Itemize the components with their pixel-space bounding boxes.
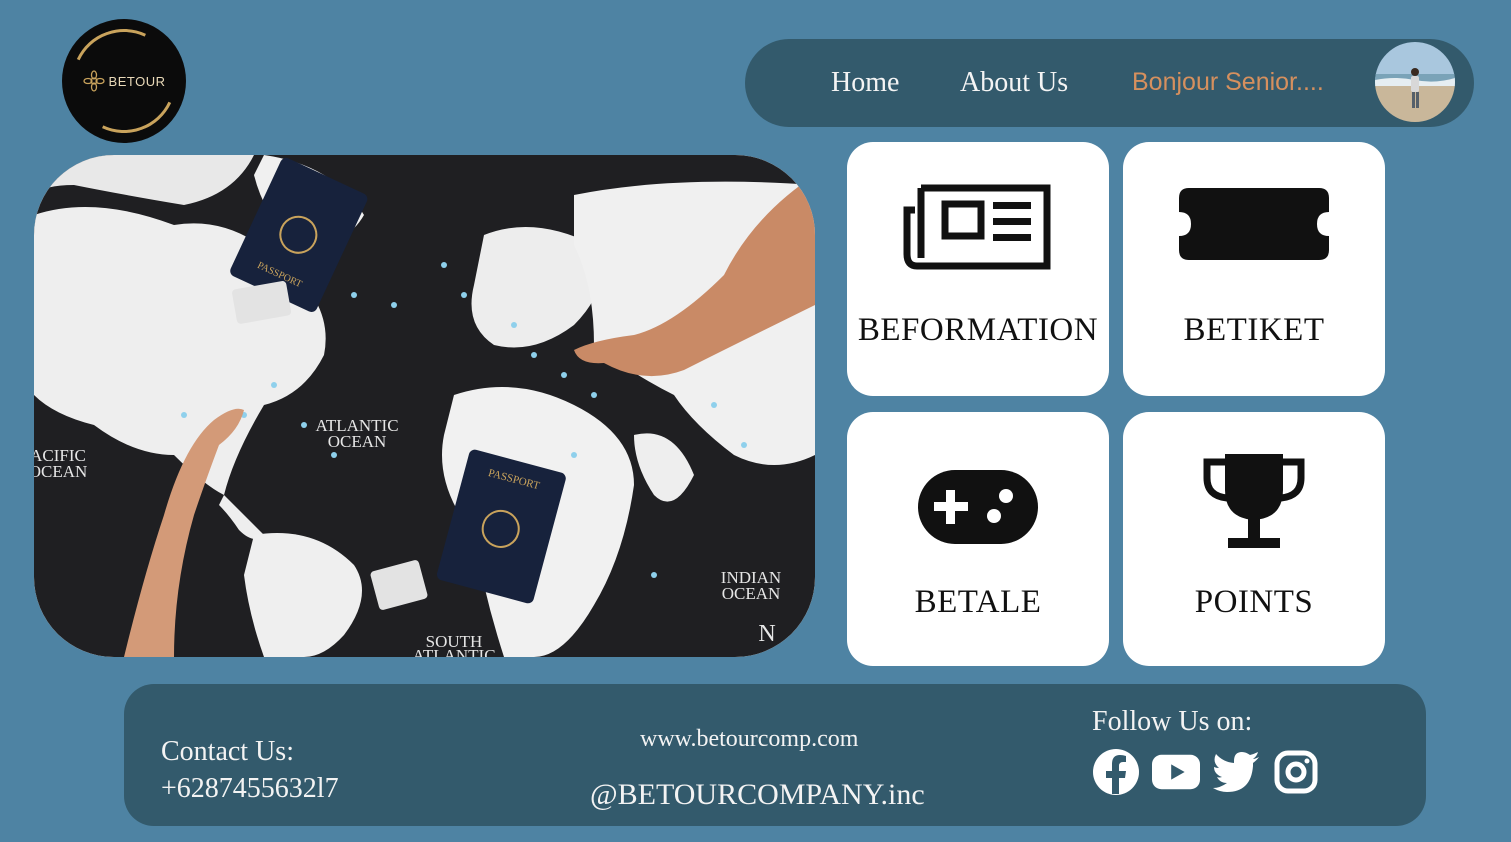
social-links [1092,748,1320,796]
map-label-pacific-ocean: OCEAN [34,462,87,481]
navbar: Home About Us Bonjour Senior.... [745,39,1474,127]
newspaper-icon [847,180,1109,272]
logo[interactable]: BETOUR [57,14,191,148]
card-label: BETIKET [1183,312,1325,348]
card-label: POINTS [1194,584,1314,620]
avatar[interactable] [1375,42,1455,122]
logo-mark: BETOUR [82,70,166,92]
card-label: BETALE [914,584,1042,620]
company-handle[interactable]: @BETOURCOMPANY.inc [590,778,925,812]
logo-text: BETOUR [108,73,166,89]
card-label: BEFORMATION [857,312,1099,348]
card-beformation[interactable]: BEFORMATION [847,142,1109,396]
hero-map-image: PASSPORT PASSPORT ATLANTIC OCEAN ACIFIC … [34,155,815,657]
trophy-icon [1123,450,1385,554]
card-points[interactable]: POINTS [1123,412,1385,666]
facebook-icon[interactable] [1092,748,1140,796]
contact-title: Contact Us: [161,736,294,767]
youtube-icon[interactable] [1152,748,1200,796]
map-label-north: N [758,621,775,647]
twitter-icon[interactable] [1212,748,1260,796]
nav-home-link[interactable]: Home [831,67,899,99]
instagram-icon[interactable] [1272,748,1320,796]
map-label-indian-ocean: OCEAN [722,584,781,603]
card-betiket[interactable]: BETIKET [1123,142,1385,396]
gamepad-icon [847,468,1109,546]
map-label-atlantic-ocean: OCEAN [328,432,387,451]
card-betale[interactable]: BETALE [847,412,1109,666]
nav-about-link[interactable]: About Us [960,67,1068,99]
contact-phone[interactable]: +6287455632l7 [161,773,339,805]
website-link[interactable]: www.betourcomp.com [640,726,858,753]
map-label-south-atlantic: ATLANTIC [412,646,495,657]
footer: Contact Us: +6287455632l7 www.betourcomp… [124,684,1426,826]
follow-title: Follow Us on: [1092,706,1253,737]
ticket-icon [1123,188,1385,260]
lotus-icon [82,70,105,92]
nav-user-greeting[interactable]: Bonjour Senior.... [1132,68,1324,97]
